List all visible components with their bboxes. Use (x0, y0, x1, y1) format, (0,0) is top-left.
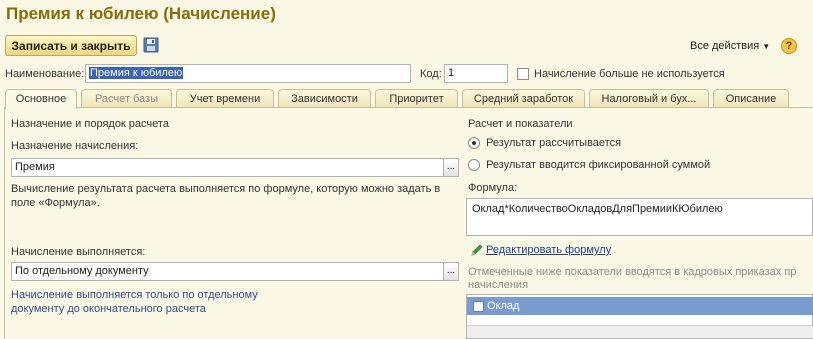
horizontal-scrollbar[interactable] (467, 325, 813, 338)
executed-field: По отдельному документу ... (11, 262, 459, 281)
radio-calculated[interactable]: Результат рассчитывается (468, 137, 622, 150)
name-label: Наименование: (5, 68, 85, 80)
radio-calculated-label: Результат рассчитывается (486, 137, 622, 149)
executed-label: Начисление выполняется: (11, 246, 146, 258)
tab-time-accounting[interactable]: Учет времени (176, 89, 274, 108)
tab-main[interactable]: Основное (5, 89, 77, 109)
help-icon[interactable]: ? (781, 38, 797, 54)
left-section-title: Назначение и порядок расчета (11, 118, 169, 130)
radio-fixed-label: Результат вводится фиксированной суммой (486, 159, 711, 171)
code-label: Код: (420, 68, 442, 80)
window-title: Премия к юбилею (Начисление) (6, 4, 276, 23)
formula-input[interactable]: Оклад*КоличествоОкладовДляПремииКЮбилею (466, 198, 813, 236)
indicators-table[interactable]: Оклад (466, 294, 813, 339)
radio-fixed[interactable]: Результат вводится фиксированной суммой (468, 159, 711, 172)
caret-down-icon: ▼ (762, 42, 771, 51)
purpose-note: Вычисление результата расчета выполняетс… (11, 183, 441, 209)
table-row[interactable]: Оклад (467, 297, 813, 315)
code-input[interactable]: 1 (444, 64, 508, 83)
tab-description[interactable]: Описание (713, 89, 789, 108)
purpose-label: Назначение начисления: (11, 140, 139, 152)
purpose-field: Премия ... (11, 158, 459, 177)
name-input[interactable]: Премия к юбилею (85, 64, 411, 83)
radio-calculated-dot (468, 137, 480, 150)
formula-label: Формула: (468, 182, 518, 194)
purpose-input[interactable]: Премия (11, 158, 444, 177)
tab-tax-accounting[interactable]: Налоговый и бух... (589, 89, 709, 108)
save-and-close-button[interactable]: Записать и закрыть (5, 35, 137, 56)
unused-label: Начисление больше не используется (534, 68, 725, 80)
tab-base-calc[interactable]: Расчет базы (81, 89, 172, 108)
edit-formula-link[interactable]: Редактировать формулу (486, 244, 611, 256)
executed-select-button[interactable]: ... (444, 262, 459, 281)
executed-input[interactable]: По отдельному документу (11, 262, 444, 281)
tab-dependencies[interactable]: Зависимости (278, 89, 371, 108)
right-section-title: Расчет и показатели (468, 118, 573, 130)
radio-fixed-dot (468, 159, 480, 172)
executed-note: Начисление выполняется только по отдельн… (11, 289, 258, 315)
tab-priority[interactable]: Приоритет (375, 89, 458, 108)
floppy-disk-icon[interactable] (143, 37, 159, 53)
all-actions-menu[interactable]: Все действия ▼ (690, 40, 770, 52)
indicator-label: Оклад (487, 300, 520, 312)
indicator-checkbox[interactable] (473, 300, 484, 312)
all-actions-label: Все действия (690, 40, 760, 52)
purpose-select-button[interactable]: ... (444, 158, 459, 177)
tab-average-earnings[interactable]: Средний заработок (462, 89, 585, 108)
unused-checkbox[interactable] (517, 68, 529, 80)
name-input-value: Премия к юбилею (89, 67, 184, 79)
pencil-icon[interactable] (470, 243, 484, 257)
indicators-note: Отмеченные ниже показатели вводятся в ка… (468, 266, 797, 291)
